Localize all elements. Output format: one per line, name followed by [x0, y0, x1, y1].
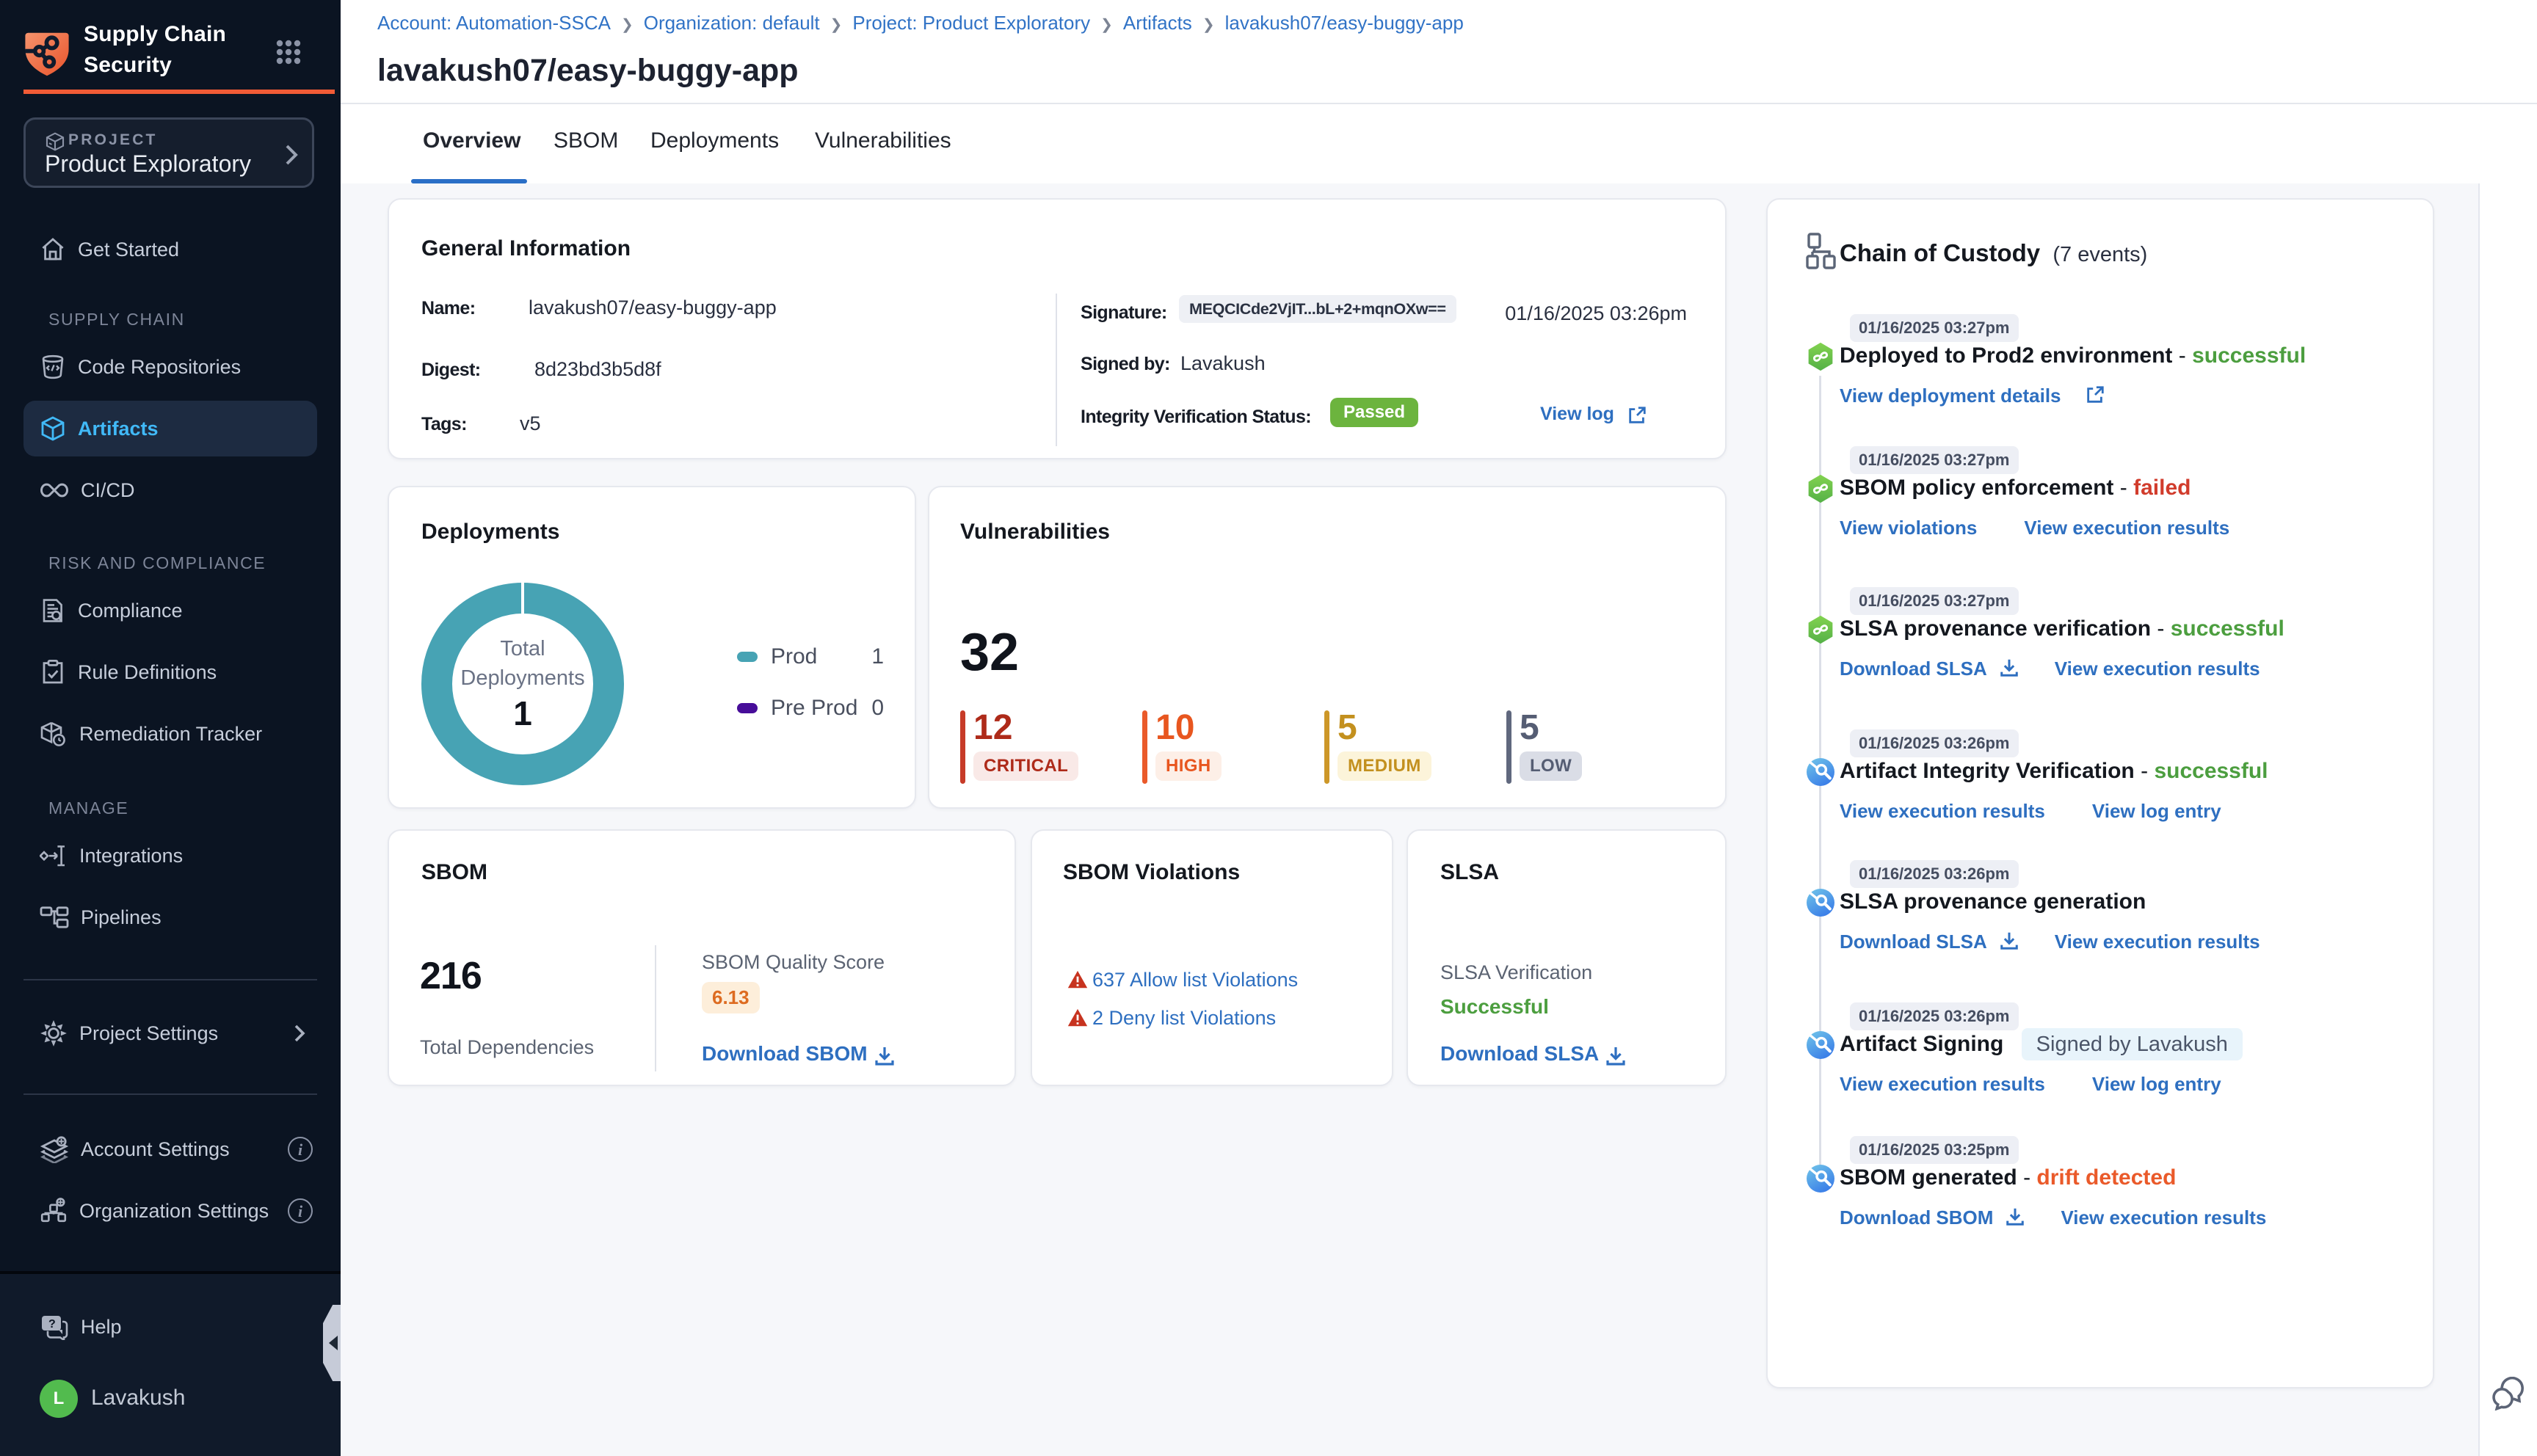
svg-text:?: ?: [48, 1318, 56, 1331]
